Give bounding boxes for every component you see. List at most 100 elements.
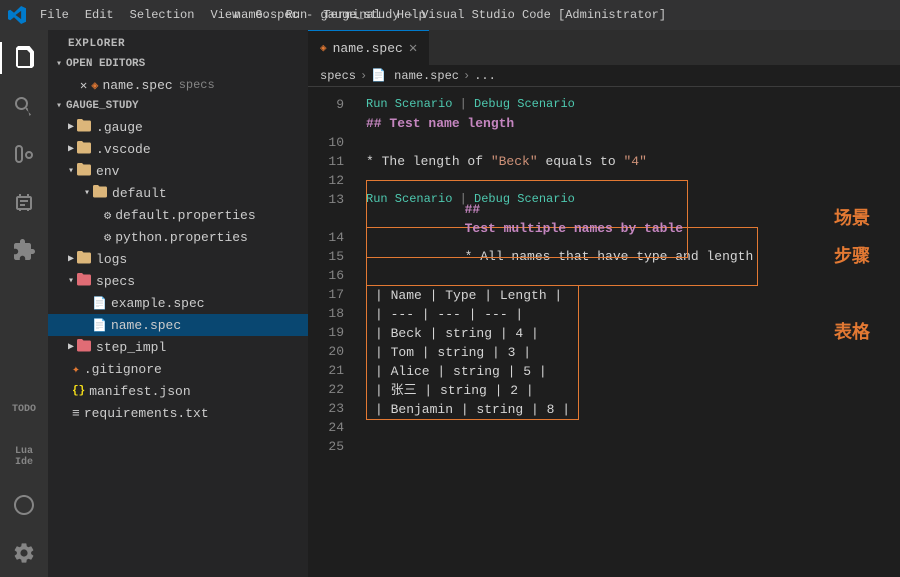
step-text-1: equals to [538,152,624,171]
tab-bar: ◈ name.spec ✕ [308,30,900,65]
python-properties-label: python.properties [115,230,248,245]
tree-env-folder[interactable]: ▾ env [48,160,308,182]
activity-settings[interactable] [0,529,48,577]
vscode-folder-label: .vscode [96,142,151,157]
heading-text-1: Test name length [389,114,514,133]
editor-area: ◈ name.spec ✕ specs › 📄 name.spec › ... … [308,30,900,577]
heading-text-2: Test multiple names by table [465,221,683,236]
activity-lua[interactable]: LuaIde [0,433,48,481]
requirements-txt-label: requirements.txt [84,406,209,421]
tree-vscode-folder[interactable]: ▶ .vscode [48,138,308,160]
line-13-heading: ## Test multiple names by table [366,209,900,228]
env-folder-icon [76,161,92,177]
scenario-box-13: ## Test multiple names by table [366,180,688,258]
activity-gauge-bottom[interactable] [0,481,48,529]
explorer-header: EXPLORER [48,30,308,54]
tab-filename: name.spec [333,41,403,56]
line-9-heading: ## Test name length [366,114,900,133]
code-editor[interactable]: 9 9 10 11 12 13 13 14 15 16 17 18 19 20 … [308,87,900,577]
table-line-19: | Beck | string | 4 | [367,324,578,343]
activity-source-control[interactable] [0,130,48,178]
menu-selection[interactable]: Selection [124,6,201,24]
table-line-17: | Name | Type | Length | [367,286,578,305]
tree-python-properties[interactable]: ⚙ python.properties [48,226,308,248]
window-title: name.spec - gauge_study - Visual Studio … [234,8,666,22]
breadcrumb-more[interactable]: ... [474,69,496,83]
gauge-study-header[interactable]: ▾ GAUGE_STUDY [48,96,308,116]
tree-requirements-txt[interactable]: ≡ requirements.txt [48,402,308,424]
specs-folder-icon [76,271,92,287]
open-editors-header[interactable]: ▾ OPEN EDITORS [48,54,308,74]
open-file-name: name.spec [102,78,172,93]
activity-extensions[interactable] [0,226,48,274]
gauge-bottom-icon [12,493,36,517]
specs-folder-arrow: ▾ [68,275,74,287]
menu-edit[interactable]: Edit [79,6,120,24]
line-24-empty [366,420,900,439]
default-properties-label: default.properties [115,208,255,223]
debug-link-1[interactable]: Debug Scenario [474,95,575,114]
activity-explorer[interactable] [0,34,48,82]
annotation-table: 表格 [834,323,870,342]
tree-logs-folder[interactable]: ▶ logs [48,248,308,270]
breadcrumb-filename[interactable]: name.spec [394,69,459,83]
breadcrumb-specs[interactable]: specs [320,69,356,83]
tree-example-spec[interactable]: 📄 example.spec [48,292,308,314]
run-link-1[interactable]: Run Scenario [366,95,452,114]
activity-bar: TODO LuaIde [0,30,48,577]
gauge-study-arrow: ▾ [56,100,62,112]
json-icon: {} [72,385,85,397]
spec-file-icon: ◈ [91,78,98,93]
extensions-icon [12,238,36,262]
open-editors-label: OPEN EDITORS [66,58,145,70]
table-line-21: | Alice | string | 5 | [367,362,578,381]
tree-default-folder[interactable]: ▾ default [48,182,308,204]
gauge-study-label: GAUGE_STUDY [66,100,139,112]
vscode-folder-arrow: ▶ [68,143,74,155]
open-file-name-spec[interactable]: ✕ ◈ name.spec specs [48,74,308,96]
default-properties-icon: ⚙ [104,208,111,223]
default-folder-icon [92,183,108,199]
code-content[interactable]: Run Scenario | Debug Scenario ## Test na… [358,87,900,577]
logs-folder-arrow: ▶ [68,253,74,265]
explorer-icon [12,46,36,70]
default-folder-arrow: ▾ [84,187,90,199]
name-spec-icon: 📄 [92,318,107,333]
breadcrumb-sep2: › [463,69,470,83]
vscode-logo-icon [8,6,26,24]
tab-close-button[interactable]: ✕ [409,40,417,57]
tab-name-spec[interactable]: ◈ name.spec ✕ [308,30,429,65]
step-impl-folder-icon [76,337,92,353]
title-bar: File Edit Selection View Go Run Terminal… [0,0,900,30]
tree-default-properties[interactable]: ⚙ default.properties [48,204,308,226]
manifest-json-label: manifest.json [89,384,190,399]
vscode-folder-icon [76,139,92,155]
heading-marker-1: ## [366,114,389,133]
menu-file[interactable]: File [34,6,75,24]
source-control-icon [12,142,36,166]
name-spec-label: name.spec [111,318,181,333]
table-line-22: | 张三 | string | 2 | [367,381,578,400]
activity-search[interactable] [0,82,48,130]
main-layout: TODO LuaIde EXPLORER ▾ OPEN EDITORS ✕ ◈ … [0,30,900,577]
close-icon[interactable]: ✕ [80,78,87,93]
activity-todo[interactable]: TODO [0,385,48,433]
tree-gauge-folder[interactable]: ▶ .gauge [48,116,308,138]
line-10-empty [366,133,900,152]
specs-folder-label: specs [96,274,135,289]
example-spec-icon: 📄 [92,296,107,311]
step-impl-folder-label: step_impl [96,340,166,355]
settings-bottom-icon [12,541,36,565]
tree-manifest-json[interactable]: {} manifest.json [48,380,308,402]
tree-specs-folder[interactable]: ▾ specs [48,270,308,292]
activity-debug[interactable] [0,178,48,226]
table-line-20: | Tom | string | 3 | [367,343,578,362]
sidebar: EXPLORER ▾ OPEN EDITORS ✕ ◈ name.spec sp… [48,30,308,577]
env-folder-arrow: ▾ [68,165,74,177]
tree-name-spec[interactable]: 📄 name.spec [48,314,308,336]
tree-step-impl-folder[interactable]: ▶ step_impl [48,336,308,358]
gitignore-label: .gitignore [84,362,162,377]
annotation-step: 步骤 [834,247,870,266]
line-11-step: * The length of "Beck" equals to "4" [366,152,900,171]
tree-gitignore[interactable]: ✦ .gitignore [48,358,308,380]
